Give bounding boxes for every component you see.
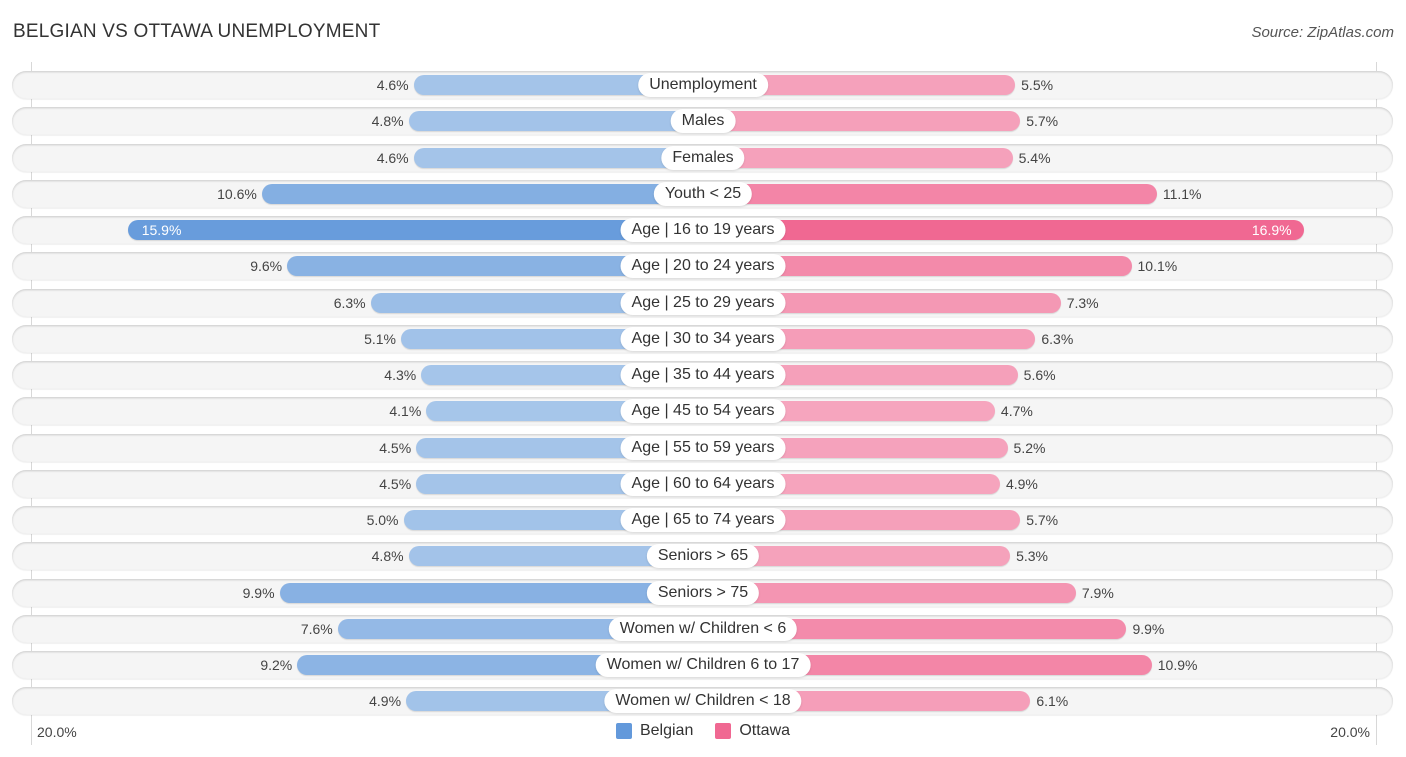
belgian-value-label: 6.3% bbox=[333, 294, 366, 311]
ottawa-bar[interactable] bbox=[703, 147, 1013, 168]
category-label: Age | 16 to 19 years bbox=[620, 218, 786, 242]
category-label: Age | 65 to 74 years bbox=[620, 508, 786, 532]
ottawa-value-label: 5.5% bbox=[1021, 77, 1054, 93]
category-label: Females bbox=[661, 145, 745, 170]
belgian-value-label: 9.2% bbox=[260, 657, 293, 673]
belgian-value-label: 9.9% bbox=[242, 584, 275, 601]
belgian-bar[interactable] bbox=[261, 183, 703, 204]
chart-title: BELGIAN VS OTTAWA UNEMPLOYMENT bbox=[13, 21, 381, 42]
belgian-value-label: 4.5% bbox=[379, 475, 412, 492]
category-label: Women w/ Children < 6 bbox=[608, 616, 798, 641]
category-label: Males bbox=[670, 109, 736, 134]
ottawa-value-label: 10.9% bbox=[1157, 657, 1198, 673]
ottawa-value-label: 6.1% bbox=[1036, 693, 1069, 710]
category-label: Women w/ Children 6 to 17 bbox=[595, 653, 811, 677]
belgian-bar[interactable] bbox=[413, 147, 703, 168]
ottawa-bar[interactable] bbox=[703, 183, 1157, 204]
category-label: Age | 55 to 59 years bbox=[620, 435, 786, 460]
category-label: Unemployment bbox=[638, 73, 768, 97]
legend: Belgian Ottawa bbox=[0, 722, 1406, 740]
category-label: Age | 60 to 64 years bbox=[620, 471, 786, 496]
ottawa-value-label: 4.9% bbox=[1005, 475, 1038, 492]
ottawa-bar[interactable] bbox=[703, 220, 1304, 240]
belgian-value-label: 4.8% bbox=[371, 113, 404, 130]
belgian-value-label: 10.6% bbox=[217, 185, 257, 202]
belgian-value-label: 5.0% bbox=[366, 512, 399, 528]
ottawa-value-label: 16.9% bbox=[1251, 222, 1292, 238]
ottawa-value-label: 9.9% bbox=[1132, 620, 1165, 637]
belgian-bar[interactable] bbox=[127, 220, 703, 240]
belgian-value-label: 15.9% bbox=[141, 222, 182, 238]
category-label: Seniors > 65 bbox=[646, 544, 760, 569]
belgian-bar[interactable] bbox=[279, 582, 703, 603]
legend-label-ottawa: Ottawa bbox=[739, 722, 791, 739]
ottawa-bar[interactable] bbox=[703, 111, 1021, 132]
category-label: Youth < 25 bbox=[653, 181, 753, 206]
category-label: Women w/ Children < 18 bbox=[604, 689, 802, 714]
belgian-value-label: 4.6% bbox=[376, 149, 409, 166]
ottawa-bar[interactable] bbox=[703, 582, 1076, 603]
category-label: Seniors > 75 bbox=[646, 580, 760, 605]
ottawa-value-label: 4.7% bbox=[1000, 403, 1033, 420]
belgian-value-label: 4.1% bbox=[389, 403, 422, 420]
ottawa-value-label: 7.9% bbox=[1081, 584, 1114, 601]
belgian-value-label: 4.9% bbox=[369, 693, 402, 710]
ottawa-value-label: 6.3% bbox=[1041, 330, 1074, 347]
belgian-value-label: 4.8% bbox=[371, 548, 404, 565]
category-label: Age | 25 to 29 years bbox=[620, 290, 786, 315]
legend-label-belgian: Belgian bbox=[639, 722, 694, 739]
belgian-bar[interactable] bbox=[408, 111, 703, 132]
ottawa-value-label: 10.1% bbox=[1137, 258, 1178, 275]
belgian-value-label: 4.5% bbox=[379, 439, 412, 456]
ottawa-value-label: 5.6% bbox=[1023, 367, 1056, 383]
legend-item-ottawa[interactable]: Ottawa bbox=[715, 722, 790, 740]
ottawa-value-label: 5.3% bbox=[1016, 548, 1048, 565]
belgian-value-label: 4.3% bbox=[384, 367, 417, 383]
category-label: Age | 45 to 54 years bbox=[620, 399, 786, 424]
category-label: Age | 35 to 44 years bbox=[620, 363, 786, 387]
category-label: Age | 20 to 24 years bbox=[620, 254, 786, 279]
ottawa-value-label: 5.7% bbox=[1026, 113, 1059, 130]
category-label: Age | 30 to 34 years bbox=[620, 326, 786, 351]
ottawa-value-label: 5.4% bbox=[1018, 149, 1051, 166]
ottawa-swatch bbox=[715, 723, 732, 739]
source-credit: Source: ZipAtlas.com bbox=[1251, 24, 1394, 41]
ottawa-value-label: 11.1% bbox=[1162, 185, 1202, 202]
belgian-swatch bbox=[615, 723, 632, 739]
belgian-value-label: 9.6% bbox=[250, 258, 283, 275]
ottawa-value-label: 7.3% bbox=[1066, 294, 1099, 311]
belgian-value-label: 5.1% bbox=[364, 330, 396, 347]
legend-item-belgian[interactable]: Belgian bbox=[615, 722, 694, 740]
ottawa-value-label: 5.2% bbox=[1013, 439, 1046, 456]
belgian-value-label: 4.6% bbox=[376, 77, 409, 93]
belgian-value-label: 7.6% bbox=[300, 620, 333, 637]
ottawa-value-label: 5.7% bbox=[1026, 512, 1059, 528]
